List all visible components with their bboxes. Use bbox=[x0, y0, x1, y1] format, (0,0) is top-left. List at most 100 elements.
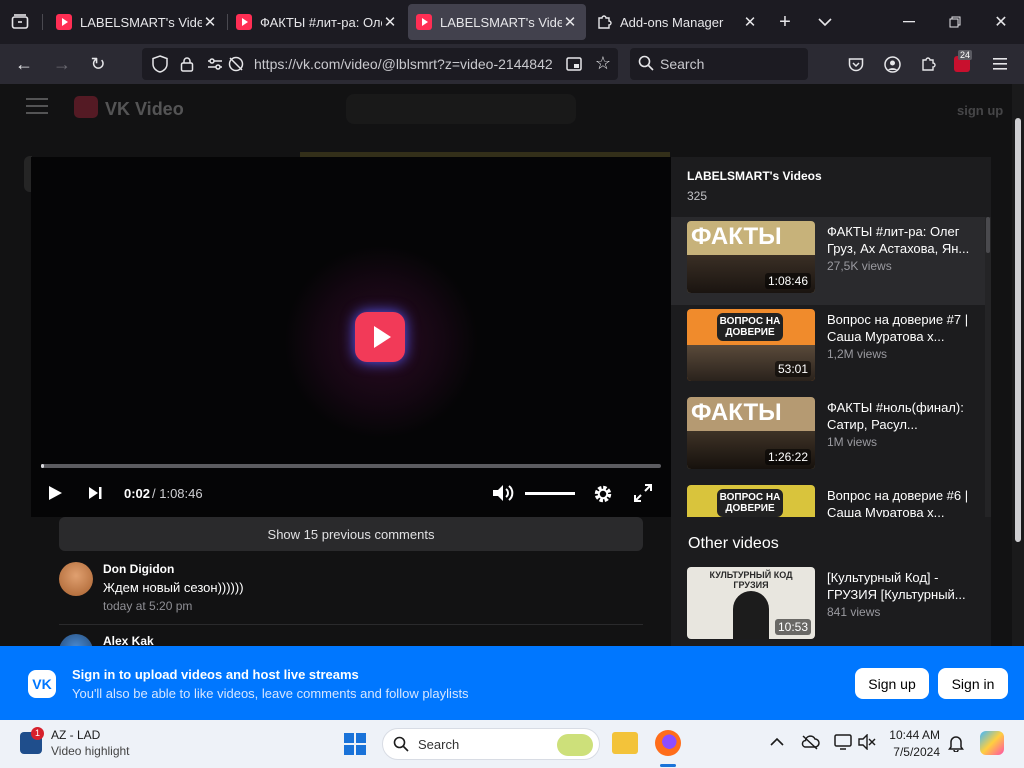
sign-up-button[interactable]: Sign up bbox=[855, 668, 929, 699]
network-monitor-icon[interactable] bbox=[834, 734, 852, 755]
clock-date[interactable]: 7/5/2024 bbox=[884, 745, 940, 759]
next-video-icon[interactable] bbox=[87, 485, 103, 506]
volume-icon[interactable] bbox=[491, 483, 515, 508]
playlist-item[interactable]: ФАКТЫ 1:08:46 ФАКТЫ #лит-ра: Олег Груз, … bbox=[671, 217, 985, 305]
close-window-icon[interactable]: ✕ bbox=[988, 12, 1014, 32]
tab-labelsmart-active[interactable]: LABELSMART's Videos ✕ bbox=[408, 4, 586, 40]
thumbnail-text: ФАКТЫ bbox=[691, 399, 782, 426]
windows-taskbar: 1 AZ - LAD Video highlight Search 10:44 … bbox=[0, 720, 1024, 768]
restore-icon[interactable] bbox=[942, 12, 968, 32]
account-icon[interactable] bbox=[882, 55, 902, 73]
firefox-icon[interactable] bbox=[655, 730, 681, 756]
all-tabs-icon[interactable] bbox=[8, 12, 32, 32]
permissions-icon[interactable] bbox=[206, 55, 224, 73]
tab-title: LABELSMART's Videos bbox=[80, 14, 202, 30]
video-thumbnail[interactable]: ФАКТЫ 1:08:46 bbox=[687, 221, 815, 293]
file-explorer-icon[interactable] bbox=[612, 732, 638, 754]
video-progress-fill bbox=[41, 464, 44, 468]
comment-time[interactable]: today at 5:20 pm bbox=[103, 599, 192, 613]
play-icon[interactable] bbox=[47, 484, 63, 507]
windows-start-icon[interactable] bbox=[344, 733, 366, 760]
news-subtitle[interactable]: Video highlight bbox=[51, 744, 130, 758]
video-title[interactable]: Вопрос на доверие #6 | Саша Муратова х..… bbox=[827, 487, 973, 517]
vk-video-favicon-icon bbox=[236, 14, 252, 30]
fullscreen-icon[interactable] bbox=[634, 484, 652, 507]
tab-addons-manager[interactable]: Add-ons Manager ✕ bbox=[588, 4, 766, 40]
taskbar-search-placeholder: Search bbox=[418, 737, 460, 752]
other-video-item[interactable]: КУЛЬТУРНЫЙ КОД ГРУЗИЯ 10:53 [Культурный … bbox=[671, 563, 985, 643]
playlist-scrollbar-thumb[interactable] bbox=[986, 217, 990, 253]
tab-facts[interactable]: ФАКТЫ #лит-ра: Олег ✕ bbox=[228, 4, 406, 40]
site-menu-icon[interactable] bbox=[26, 98, 48, 119]
new-tab-icon[interactable]: + bbox=[774, 11, 796, 33]
video-title[interactable]: ФАКТЫ #ноль(финал): Сатир, Расул... bbox=[827, 399, 973, 433]
video-thumbnail[interactable]: КУЛЬТУРНЫЙ КОД ГРУЗИЯ 10:53 bbox=[687, 567, 815, 639]
avatar[interactable] bbox=[59, 562, 93, 596]
banner-title: Sign in to upload videos and host live s… bbox=[72, 667, 359, 682]
center-play-button-icon[interactable] bbox=[355, 312, 405, 362]
tab-separator bbox=[42, 14, 43, 30]
video-thumbnail[interactable]: ВОПРОС НА ДОВЕРИЕ bbox=[687, 485, 815, 517]
vk-logo-icon: VK bbox=[28, 670, 56, 698]
video-duration: 53:01 bbox=[774, 361, 811, 377]
video-title[interactable]: Вопрос на доверие #7 | Саша Муратова х..… bbox=[827, 311, 973, 345]
video-title[interactable]: ФАКТЫ #лит-ра: Олег Груз, Ах Астахова, Я… bbox=[827, 223, 973, 257]
tab-labelsmart-1[interactable]: LABELSMART's Videos ✕ bbox=[48, 4, 226, 40]
playlist-item[interactable]: ВОПРОС НА ДОВЕРИЕ Вопрос на доверие #6 |… bbox=[671, 481, 985, 517]
back-arrow-icon[interactable]: ← bbox=[12, 54, 36, 74]
show-previous-comments-button[interactable]: Show 15 previous comments bbox=[59, 517, 643, 551]
vk-video-favicon-icon bbox=[56, 14, 72, 30]
active-app-indicator bbox=[660, 764, 676, 767]
video-player[interactable]: 0:02 / 1:08:46 bbox=[31, 157, 671, 517]
video-duration: 10:53 bbox=[774, 619, 811, 635]
bookmark-star-icon[interactable]: ☆ bbox=[592, 53, 614, 73]
extensions-puzzle-icon[interactable] bbox=[918, 55, 938, 73]
notification-bell-icon[interactable] bbox=[948, 734, 964, 757]
playlist-title[interactable]: LABELSMART's Videos bbox=[687, 169, 822, 183]
video-title[interactable]: [Культурный Код] - ГРУЗИЯ [Культурный... bbox=[827, 569, 973, 603]
site-search-input[interactable] bbox=[346, 94, 576, 124]
show-hidden-icons-chevron-icon[interactable] bbox=[770, 734, 784, 752]
volume-slider[interactable] bbox=[525, 492, 575, 495]
close-tab-icon[interactable]: ✕ bbox=[742, 13, 758, 31]
picture-in-picture-icon[interactable] bbox=[564, 55, 584, 73]
list-tabs-chevron-icon[interactable] bbox=[814, 12, 836, 32]
playlist-list[interactable]: ФАКТЫ 1:08:46 ФАКТЫ #лит-ра: Олег Груз, … bbox=[671, 217, 991, 517]
copilot-icon[interactable] bbox=[980, 731, 1004, 755]
video-progress-bar[interactable] bbox=[41, 464, 661, 468]
video-thumbnail[interactable]: ВОПРОС НА ДОВЕРИЕ 53:01 bbox=[687, 309, 815, 381]
playlist-scrollbar[interactable] bbox=[985, 217, 991, 517]
video-thumbnail[interactable]: ФАКТЫ 1:26:22 bbox=[687, 397, 815, 469]
close-tab-icon[interactable]: ✕ bbox=[202, 13, 218, 31]
cloud-sync-icon[interactable] bbox=[800, 734, 820, 755]
shield-icon[interactable] bbox=[150, 55, 170, 73]
page-scrollbar-thumb[interactable] bbox=[1015, 118, 1021, 542]
taskbar-search-box[interactable]: Search bbox=[382, 728, 600, 760]
pocket-icon[interactable] bbox=[846, 55, 866, 73]
settings-gear-icon[interactable] bbox=[592, 483, 614, 510]
lock-icon[interactable] bbox=[178, 55, 196, 73]
sign-in-button[interactable]: Sign in bbox=[938, 668, 1008, 699]
url-text[interactable]: https://vk.com/video/@lblsmrt?z=video-21… bbox=[254, 56, 556, 72]
video-views: 27,5K views bbox=[827, 259, 892, 273]
playlist-item[interactable]: ВОПРОС НА ДОВЕРИЕ 53:01 Вопрос на довери… bbox=[671, 305, 985, 393]
speaker-muted-icon[interactable] bbox=[858, 733, 876, 755]
video-duration: 1:26:22 bbox=[764, 449, 811, 465]
site-logo-text[interactable]: VK Video bbox=[105, 99, 184, 120]
hamburger-menu-icon[interactable] bbox=[990, 55, 1010, 73]
autoplay-blocked-icon[interactable] bbox=[227, 55, 245, 73]
close-tab-icon[interactable]: ✕ bbox=[382, 13, 398, 31]
clock-time[interactable]: 10:44 AM bbox=[884, 728, 940, 742]
comment-author[interactable]: Don Digidon bbox=[103, 562, 174, 576]
tab-title: ФАКТЫ #лит-ра: Олег bbox=[260, 14, 382, 30]
tennis-highlight-icon bbox=[557, 734, 593, 756]
search-box[interactable]: Search bbox=[630, 48, 808, 80]
forward-arrow-icon[interactable]: → bbox=[50, 54, 74, 74]
reload-icon[interactable]: ↻ bbox=[86, 54, 110, 74]
playlist-item[interactable]: ФАКТЫ 1:26:22 ФАКТЫ #ноль(финал): Сатир,… bbox=[671, 393, 985, 481]
vk-video-favicon-icon bbox=[416, 14, 432, 30]
news-title[interactable]: AZ - LAD bbox=[51, 728, 100, 742]
minimize-icon[interactable] bbox=[896, 12, 922, 32]
close-tab-icon[interactable]: ✕ bbox=[562, 13, 578, 31]
site-signup-link[interactable]: sign up bbox=[957, 103, 1003, 118]
